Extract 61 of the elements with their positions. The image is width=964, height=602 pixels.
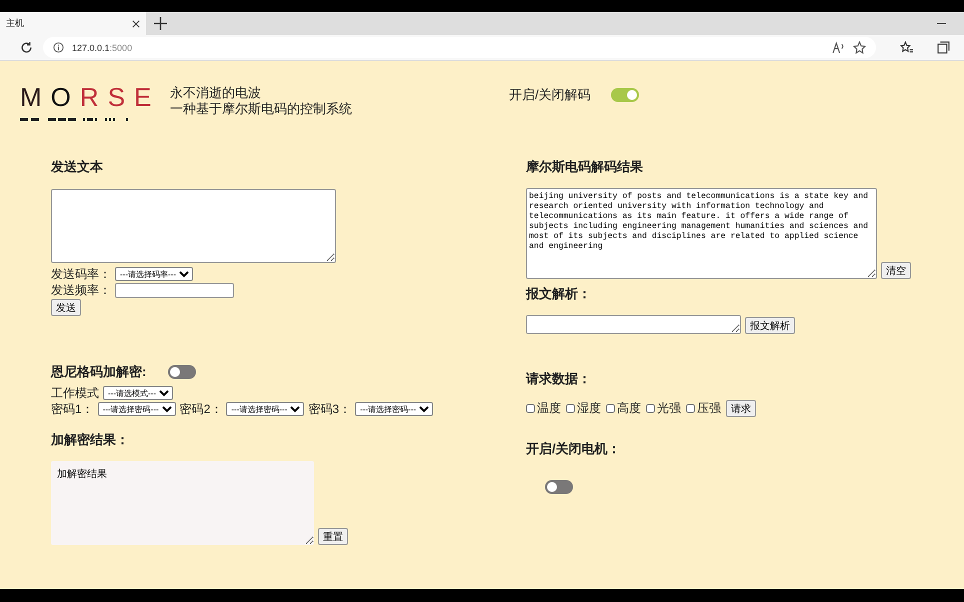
decode-toggle[interactable]	[610, 88, 639, 102]
collections-icon[interactable]	[937, 41, 950, 54]
logo-letter: M	[20, 81, 42, 113]
password-label: 密码2：	[180, 400, 222, 418]
checkbox[interactable]	[606, 404, 615, 412]
rate-label: 发送码率：	[51, 266, 111, 282]
checkbox-label: 湿度	[577, 400, 601, 416]
section-title: 发送文本	[51, 158, 104, 176]
password-select[interactable]: ---请选择密码---	[226, 402, 304, 416]
checkbox-label: 温度	[537, 400, 561, 416]
send-text-field[interactable]	[51, 189, 336, 263]
checkbox[interactable]	[566, 404, 575, 412]
refresh-icon[interactable]	[20, 41, 33, 54]
reset-button[interactable]: 重置	[318, 528, 348, 545]
result-field[interactable]: 加解密结果	[51, 461, 314, 545]
logo-letter: O	[50, 81, 71, 113]
tab-title: 主机	[6, 17, 24, 30]
star-icon[interactable]	[853, 41, 866, 54]
password-label: 密码3：	[308, 400, 352, 418]
logo-letter: E	[134, 81, 152, 113]
checkbox-label: 压强	[697, 400, 721, 416]
mode-label: 工作模式	[51, 384, 99, 402]
section-title: 加解密结果：	[51, 431, 130, 449]
checkbox[interactable]	[686, 404, 695, 412]
close-icon[interactable]	[132, 20, 140, 28]
read-aloud-icon[interactable]	[832, 41, 845, 54]
rate-select[interactable]: ---请选择码率---	[115, 267, 193, 281]
url-text: 127.0.0.1:5000	[72, 42, 132, 52]
clear-button[interactable]: 清空	[881, 262, 911, 279]
password-select[interactable]: ---请选择密码---	[98, 402, 176, 416]
password-label: 密码1：	[51, 400, 94, 418]
decode-result-field[interactable]: beijing university of posts and telecommunications is a state key and research oriented university with information technology and telecommunications as its main feature. it offers a wide range of subjects including engineering management humanities and sciences and most of its subjects and disciplines are related to applied science and engineering	[526, 188, 877, 279]
browser-tab[interactable]: 主机	[0, 12, 146, 35]
section-title: 摩尔斯电码解码结果	[526, 158, 644, 176]
checkbox[interactable]	[646, 404, 655, 412]
address-bar[interactable]: 127.0.0.1:5000	[43, 37, 876, 58]
logo-letter: R	[80, 81, 99, 113]
section-title: 报文解析：	[526, 285, 592, 303]
request-button[interactable]: 请求	[726, 400, 756, 416]
parse-button[interactable]: 报文解析	[745, 317, 795, 334]
logo-letter: S	[108, 81, 126, 113]
frequency-field[interactable]	[115, 282, 234, 298]
tagline-text: 一种基于摩尔斯电码的控制系统	[170, 101, 352, 117]
checkbox-label: 光强	[657, 400, 681, 416]
checkbox[interactable]	[526, 404, 535, 412]
info-icon[interactable]	[53, 42, 64, 53]
section-title: 请求数据：	[526, 370, 592, 388]
section-title: 恩尼格码加解密:	[51, 363, 146, 381]
checkbox-label: 高度	[617, 400, 641, 416]
tagline-text: 永不消逝的电波	[170, 85, 262, 101]
enigma-toggle[interactable]	[168, 365, 196, 379]
parse-field[interactable]	[526, 315, 741, 334]
password-select[interactable]: ---请选择密码---	[355, 402, 434, 416]
section-title: 开启/关闭电机：	[526, 440, 622, 458]
motor-toggle[interactable]	[545, 480, 573, 494]
new-tab-icon[interactable]	[154, 17, 167, 30]
decode-toggle-label: 开启/关闭解码	[509, 86, 591, 104]
frequency-label: 发送频率：	[51, 282, 111, 298]
favorites-icon[interactable]	[900, 41, 913, 54]
send-button[interactable]: 发送	[51, 299, 81, 316]
mode-select[interactable]: ---请选模式---	[103, 386, 173, 400]
